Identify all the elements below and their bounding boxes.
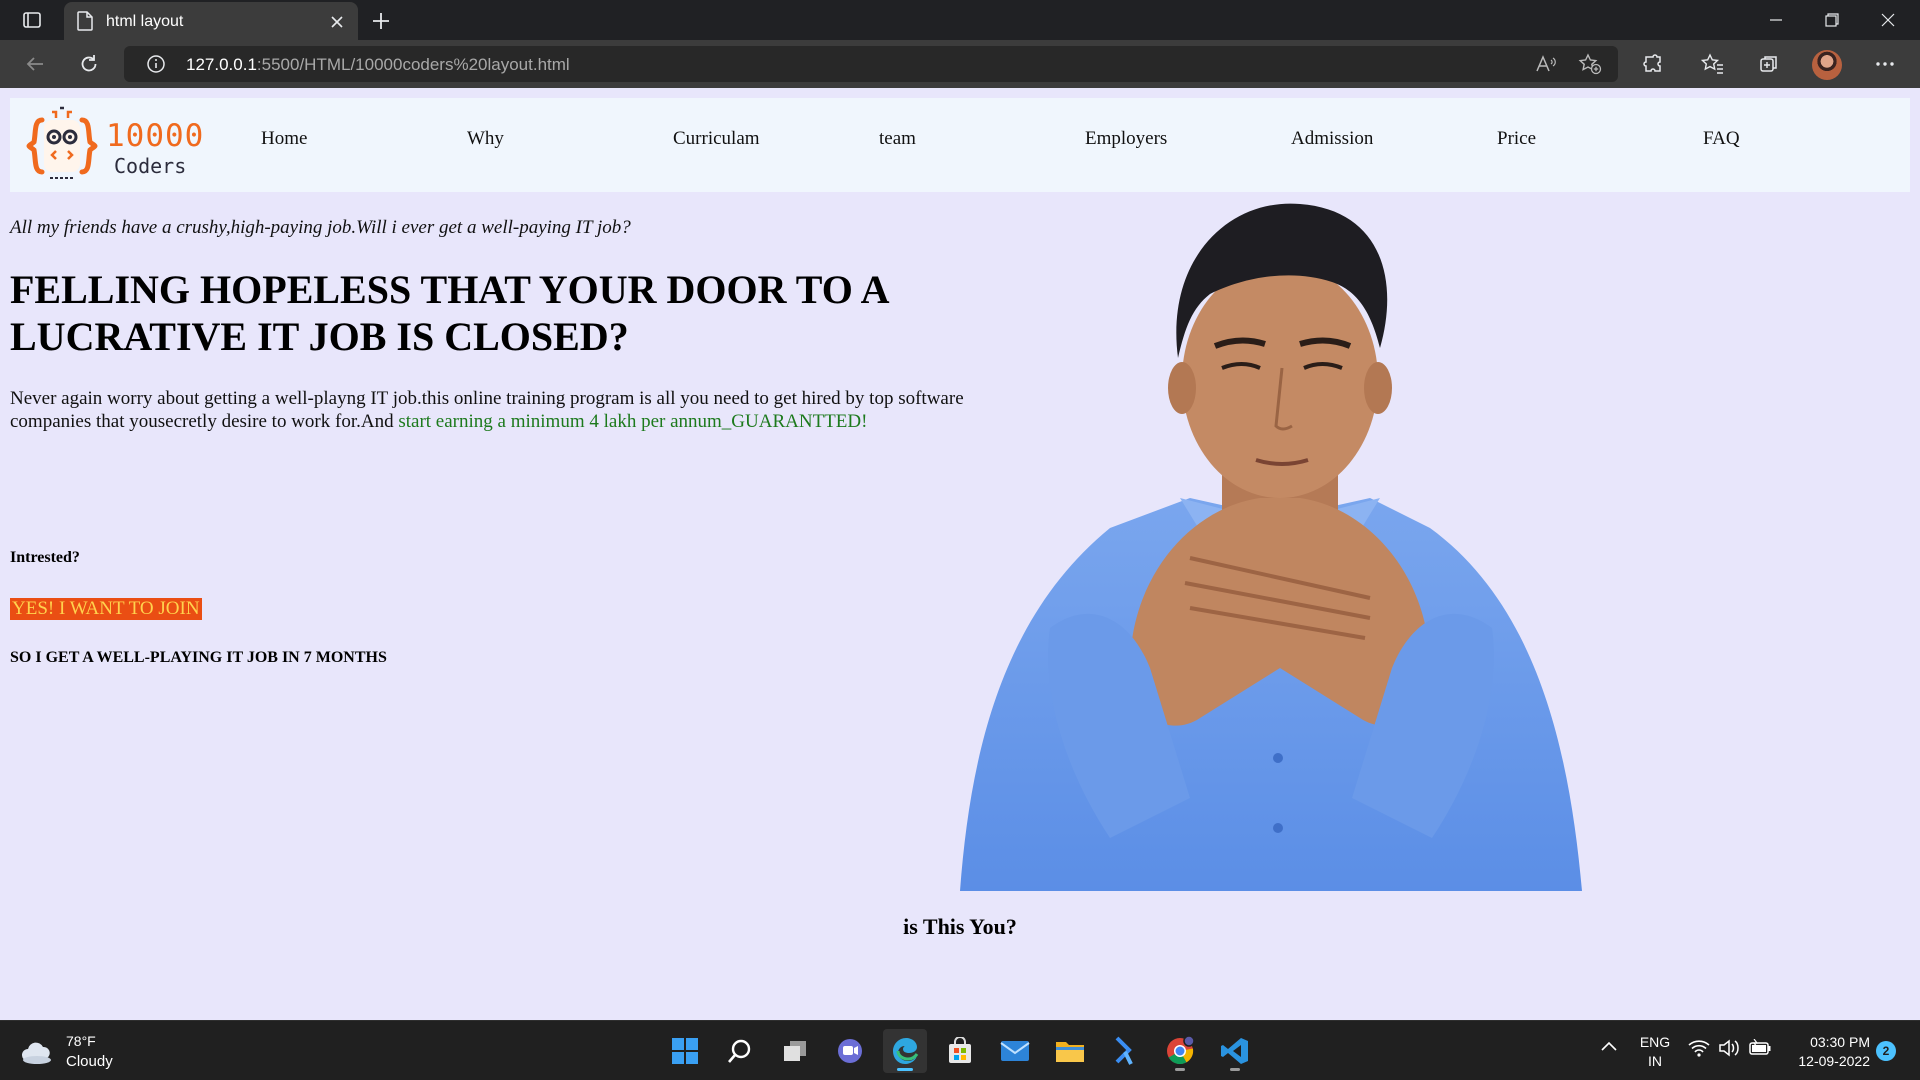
intro-question: All my friends have a crushy,high-paying… [10,217,631,238]
close-tab-icon[interactable] [326,11,348,33]
browser-tab-strip: html layout [0,0,1920,40]
power-automate-icon[interactable] [1103,1029,1147,1073]
minimize-icon[interactable] [1748,0,1804,40]
extensions-icon[interactable] [1636,48,1670,80]
logo-word: Coders [114,154,187,178]
vscode-running-indicator [1230,1068,1240,1071]
weather-temp: 78°F [66,1033,96,1049]
language-indicator[interactable]: ENG IN [1638,1033,1672,1071]
chrome-running-indicator [1175,1068,1185,1071]
interested-label: Intrested? [10,549,80,566]
hero-man-image [960,203,1582,891]
nav-admission[interactable]: Admission [1291,128,1373,150]
clock-date: 12-09-2022 [1798,1053,1870,1069]
lang-region: IN [1648,1053,1662,1069]
url-path: :5500/HTML/10000coders%20layout.html [256,55,570,74]
nav-team[interactable]: team [879,128,916,150]
system-clock[interactable]: 03:30 PM 12-09-2022 [1780,1033,1870,1071]
site-logo[interactable]: 10000 Coders [20,104,203,188]
logo-number: 10000 [106,118,205,154]
tab-title: html layout [106,13,184,30]
restore-icon[interactable] [1804,0,1860,40]
mail-icon[interactable] [993,1029,1037,1073]
page-viewport: 10000 Coders Home Why Curriculam team Em… [0,88,1920,1020]
nav-curriculam[interactable]: Curriculam [673,128,760,150]
logo-robot-icon [26,106,98,179]
tab-actions-icon[interactable] [14,8,48,32]
chrome-icon[interactable] [1158,1029,1202,1073]
add-favorite-icon[interactable] [1578,53,1602,80]
search-icon[interactable] [718,1029,762,1073]
collections-icon[interactable] [1752,48,1786,80]
address-bar[interactable]: 127.0.0.1:5500/HTML/10000coders%20layout… [124,46,1618,82]
nav-why[interactable]: Why [467,128,504,150]
nav-price[interactable]: Price [1497,128,1536,150]
file-explorer-icon[interactable] [1048,1029,1092,1073]
page-headline: FELLING HOPELESS THAT YOUR DOOR TO A LUC… [10,267,888,359]
refresh-icon[interactable] [72,48,106,80]
vscode-icon[interactable] [1213,1029,1257,1073]
profile-avatar[interactable] [1812,50,1842,80]
nav-faq[interactable]: FAQ [1703,128,1740,150]
store-icon[interactable] [938,1029,982,1073]
nav-employers[interactable]: Employers [1085,128,1167,150]
url-host: 127.0.0.1 [186,55,257,74]
job-promise-text: SO I GET A WELL-PLAYING IT JOB IN 7 MONT… [10,649,387,666]
browser-toolbar: 127.0.0.1:5500/HTML/10000coders%20layout… [0,40,1920,88]
paragraph-highlight: start earning a minimum 4 lakh per annum… [398,411,868,432]
battery-icon[interactable] [1748,1038,1772,1060]
wifi-icon[interactable] [1688,1039,1710,1060]
favorites-icon[interactable] [1696,48,1730,80]
weather-widget[interactable]: 78°F Cloudy [20,1033,160,1073]
volume-icon[interactable] [1718,1039,1740,1060]
site-info-icon[interactable] [146,54,166,79]
nav-home[interactable]: Home [261,128,307,150]
clock-time: 03:30 PM [1810,1034,1870,1050]
browser-tab[interactable]: html layout [64,2,358,40]
edge-icon[interactable] [883,1029,927,1073]
more-options-icon[interactable] [1868,48,1902,80]
windows-taskbar: 78°F Cloudy ENG IN 03:30 PM 12-09-2022 2 [0,1020,1920,1080]
read-aloud-icon[interactable] [1534,53,1556,80]
teams-chat-icon[interactable] [828,1029,872,1073]
cloud-icon [22,1042,51,1064]
join-button[interactable]: YES! I WANT TO JOIN [10,598,202,620]
edge-running-indicator [897,1068,913,1071]
intro-paragraph: Never again worry about getting a well-p… [10,387,970,433]
back-arrow-icon[interactable] [18,48,52,80]
windows-start-icon[interactable] [663,1029,707,1073]
site-navbar: 10000 Coders Home Why Curriculam team Em… [10,98,1910,192]
weather-condition: Cloudy [66,1053,113,1070]
notification-badge[interactable]: 2 [1876,1041,1896,1061]
show-hidden-icons[interactable] [1600,1039,1618,1056]
url-text[interactable]: 127.0.0.1:5500/HTML/10000coders%20layout… [186,55,570,75]
lang-code: ENG [1639,1034,1671,1050]
task-view-icon[interactable] [773,1029,817,1073]
page-icon [76,11,94,36]
close-window-icon[interactable] [1860,0,1916,40]
is-this-you-heading: is This You? [903,914,1017,939]
new-tab-icon[interactable] [366,6,396,36]
